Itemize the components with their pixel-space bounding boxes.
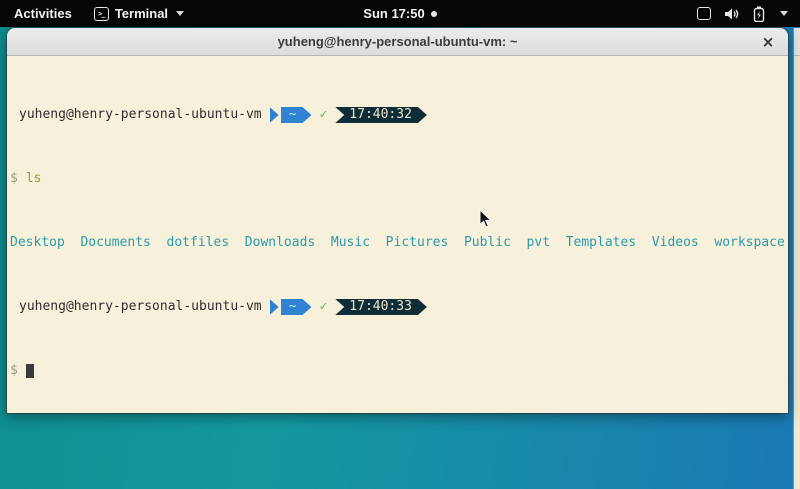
powerline-arrow-icon bbox=[270, 299, 279, 315]
chevron-down-icon bbox=[780, 11, 788, 16]
window-titlebar[interactable]: yuheng@henry-personal-ubuntu-vm: ~ × bbox=[7, 28, 788, 56]
input-line: $ bbox=[10, 363, 788, 379]
ls-output-line: Desktop Documents dotfiles Downloads Mus… bbox=[10, 235, 788, 251]
app-menu-terminal[interactable]: >_ Terminal bbox=[94, 6, 184, 21]
mouse-cursor-icon bbox=[479, 209, 493, 234]
prompt-user-host: yuheng@henry-personal-ubuntu-vm bbox=[19, 107, 262, 123]
terminal-content[interactable]: yuheng@henry-personal-ubuntu-vm ~ ✓ 17:4… bbox=[7, 56, 788, 413]
prompt-line-1: yuheng@henry-personal-ubuntu-vm ~ ✓ 17:4… bbox=[10, 107, 788, 123]
status-check-icon: ✓ bbox=[311, 299, 333, 315]
clock[interactable]: Sun 17:50 bbox=[363, 6, 424, 21]
gnome-top-bar: Activities >_ Terminal Sun 17:50 bbox=[0, 0, 800, 27]
prompt-time-segment: 17:40:33 bbox=[335, 299, 427, 315]
screen-icon bbox=[697, 7, 711, 20]
command-text: ls bbox=[26, 171, 42, 187]
terminal-window: yuheng@henry-personal-ubuntu-vm: ~ × yuh… bbox=[7, 28, 788, 413]
terminal-cursor bbox=[26, 364, 34, 378]
prompt-line-2: yuheng@henry-personal-ubuntu-vm ~ ✓ 17:4… bbox=[10, 299, 788, 315]
background-window-edge bbox=[793, 28, 800, 489]
status-check-icon: ✓ bbox=[311, 107, 333, 123]
notification-dot-icon bbox=[431, 11, 437, 17]
prompt-cwd-segment: ~ bbox=[281, 299, 312, 315]
powerline-arrow-icon bbox=[270, 107, 279, 123]
chevron-down-icon bbox=[176, 11, 184, 16]
terminal-app-icon: >_ bbox=[94, 7, 109, 21]
command-line: $ls bbox=[10, 171, 788, 187]
prompt-time-segment: 17:40:32 bbox=[335, 107, 427, 123]
close-icon[interactable]: × bbox=[756, 30, 780, 54]
prompt-user-host: yuheng@henry-personal-ubuntu-vm bbox=[19, 299, 262, 315]
ls-output: Desktop Documents dotfiles Downloads Mus… bbox=[10, 235, 785, 251]
prompt-symbol: $ bbox=[10, 363, 26, 379]
window-title: yuheng@henry-personal-ubuntu-vm: ~ bbox=[278, 34, 518, 49]
activities-button[interactable]: Activities bbox=[10, 4, 76, 23]
prompt-symbol: $ bbox=[10, 171, 26, 187]
background-window-titlebar-edge bbox=[794, 28, 800, 56]
system-status-area[interactable] bbox=[697, 6, 800, 22]
volume-icon bbox=[724, 7, 740, 21]
prompt-cwd-segment: ~ bbox=[281, 107, 312, 123]
app-menu-label: Terminal bbox=[115, 6, 168, 21]
battery-charging-icon bbox=[753, 6, 765, 22]
